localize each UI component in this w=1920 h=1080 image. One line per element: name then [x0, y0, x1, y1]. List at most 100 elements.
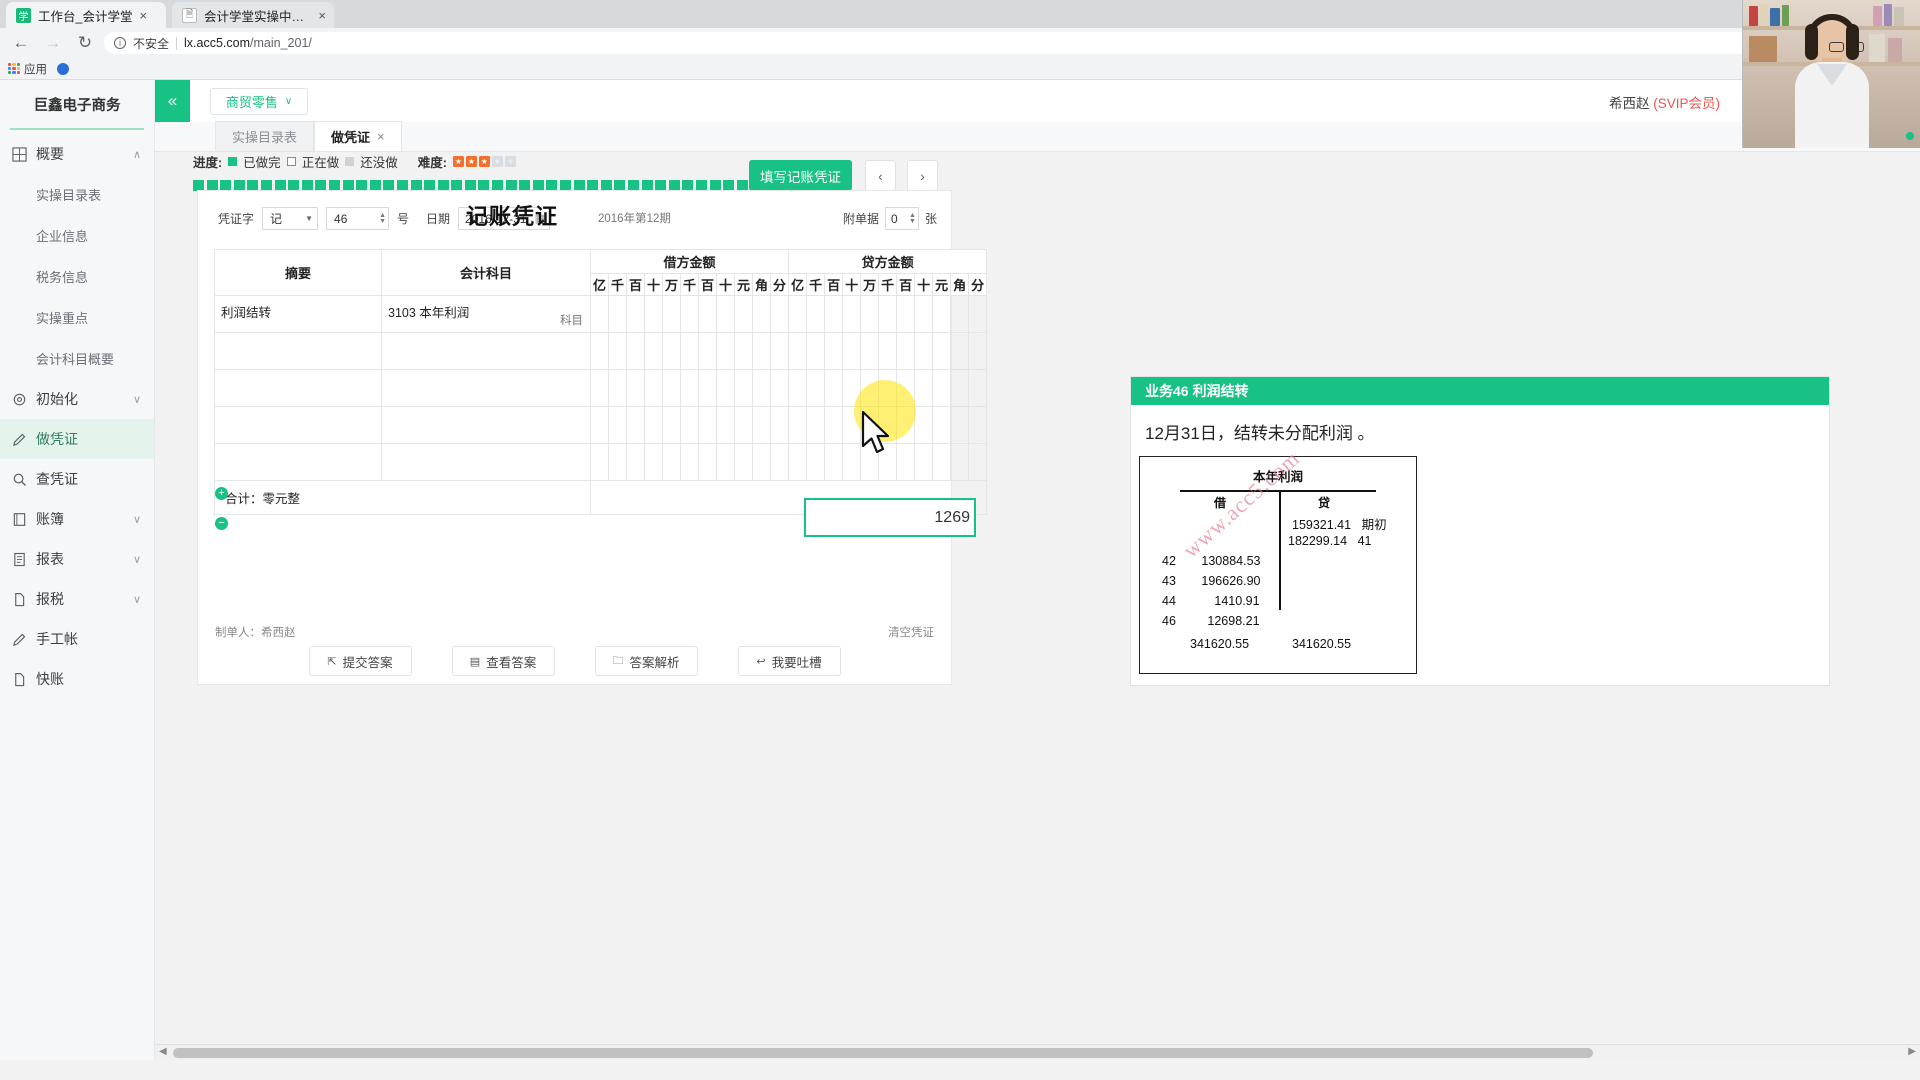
- voucher-digit-debit[interactable]: [608, 295, 627, 333]
- info-icon[interactable]: i: [114, 37, 126, 49]
- voucher-word-select[interactable]: 记 ▼: [262, 207, 319, 230]
- voucher-digit-debit[interactable]: [608, 332, 627, 370]
- voucher-digit-credit[interactable]: [806, 332, 826, 370]
- voucher-digit-credit[interactable]: [950, 443, 970, 481]
- voucher-digit-credit[interactable]: [788, 332, 808, 370]
- voucher-digit-debit[interactable]: [662, 332, 681, 370]
- voucher-digit-debit[interactable]: [608, 369, 627, 407]
- voucher-digit-credit[interactable]: [950, 369, 970, 407]
- voucher-digit-credit[interactable]: [806, 369, 826, 407]
- voucher-digit-debit[interactable]: [769, 332, 790, 370]
- voucher-digit-debit[interactable]: [734, 332, 753, 370]
- voucher-digit-credit[interactable]: [914, 406, 934, 444]
- voucher-digit-debit[interactable]: [752, 406, 771, 444]
- voucher-digit-debit[interactable]: [590, 332, 609, 370]
- forward-icon[interactable]: →: [40, 30, 66, 56]
- voucher-digit-credit[interactable]: [968, 406, 988, 444]
- attach-input[interactable]: 0 ▲ ▼: [884, 207, 919, 230]
- voucher-digit-credit[interactable]: [896, 443, 916, 481]
- voucher-digit-credit[interactable]: [950, 295, 970, 333]
- voucher-digit-debit[interactable]: [680, 369, 699, 407]
- user-info[interactable]: 希西赵 (SVIP会员): [1609, 92, 1720, 112]
- address-bar[interactable]: i 不安全 lx.acc5.com/main_201/: [104, 32, 1912, 54]
- voucher-digit-debit[interactable]: [734, 295, 753, 333]
- voucher-digit-credit[interactable]: [914, 443, 934, 481]
- voucher-digit-debit[interactable]: [662, 406, 681, 444]
- voucher-number-input[interactable]: 46 ▲ ▼: [326, 207, 390, 230]
- voucher-digit-debit[interactable]: [698, 443, 717, 481]
- sidebar-item-find-voucher[interactable]: 查凭证: [0, 459, 154, 499]
- voucher-digit-debit[interactable]: [662, 369, 681, 407]
- voucher-digit-credit[interactable]: [968, 332, 988, 370]
- voucher-digit-debit[interactable]: [716, 406, 735, 444]
- voucher-digit-debit[interactable]: [752, 369, 771, 407]
- voucher-digit-debit[interactable]: [626, 406, 645, 444]
- voucher-cell-subject[interactable]: [381, 369, 591, 407]
- scroll-left-icon[interactable]: ◀: [159, 1046, 167, 1057]
- voucher-digit-debit[interactable]: [752, 443, 771, 481]
- sidebar-subitem-catalog[interactable]: 实操目录表: [0, 174, 154, 215]
- voucher-digit-credit[interactable]: [914, 332, 934, 370]
- delete-row-button[interactable]: −: [215, 517, 228, 530]
- voucher-digit-credit[interactable]: [788, 369, 808, 407]
- voucher-digit-credit[interactable]: [860, 295, 880, 333]
- sidebar-item-reports[interactable]: 报表 ∨: [0, 539, 154, 579]
- sidebar-item-overview[interactable]: 概要 ∧: [0, 134, 154, 174]
- voucher-digit-debit[interactable]: [662, 295, 681, 333]
- voucher-digit-debit[interactable]: [734, 443, 753, 481]
- voucher-digit-credit[interactable]: [842, 295, 862, 333]
- sidebar-item-tax-filing[interactable]: 报税 ∨: [0, 579, 154, 619]
- voucher-digit-credit[interactable]: [788, 443, 808, 481]
- voucher-cell-subject[interactable]: 3103 本年利润 科目: [381, 295, 591, 333]
- voucher-digit-debit[interactable]: [734, 406, 753, 444]
- industry-select[interactable]: 商贸零售 ∨: [210, 87, 308, 115]
- voucher-digit-credit[interactable]: [878, 295, 898, 333]
- voucher-cell-summary[interactable]: [214, 332, 382, 370]
- voucher-digit-credit[interactable]: [842, 332, 862, 370]
- scroll-right-icon[interactable]: ▶: [1908, 1046, 1916, 1057]
- voucher-digit-debit[interactable]: [734, 369, 753, 407]
- voucher-digit-debit[interactable]: [716, 295, 735, 333]
- voucher-digit-debit[interactable]: [698, 406, 717, 444]
- voucher-digit-debit[interactable]: [769, 443, 790, 481]
- add-row-button[interactable]: +: [215, 487, 228, 500]
- voucher-digit-credit[interactable]: [824, 443, 844, 481]
- voucher-digit-debit[interactable]: [608, 443, 627, 481]
- voucher-digit-debit[interactable]: [626, 443, 645, 481]
- voucher-digit-debit[interactable]: [698, 332, 717, 370]
- sidebar-item-quick-account[interactable]: 快账: [0, 659, 154, 699]
- fill-voucher-button[interactable]: 填写记账凭证: [749, 160, 852, 191]
- voucher-digit-credit[interactable]: [914, 369, 934, 407]
- close-icon[interactable]: ×: [139, 9, 147, 22]
- sidebar-subitem-account-subjects[interactable]: 会计科目概要: [0, 338, 154, 379]
- voucher-cell-summary[interactable]: 利润结转: [214, 295, 382, 333]
- voucher-digit-credit[interactable]: [824, 332, 844, 370]
- voucher-digit-credit[interactable]: [788, 295, 808, 333]
- webcam-overlay[interactable]: [1742, 0, 1920, 148]
- voucher-cell-summary[interactable]: [214, 369, 382, 407]
- voucher-cell-subject[interactable]: [381, 332, 591, 370]
- sidebar-subitem-key-points[interactable]: 实操重点: [0, 297, 154, 338]
- voucher-digit-credit[interactable]: [932, 406, 952, 444]
- sidebar-collapse-button[interactable]: «: [155, 80, 190, 122]
- bookmark-apps[interactable]: 应用: [8, 61, 47, 77]
- voucher-cell-summary[interactable]: [214, 406, 382, 444]
- voucher-digit-credit[interactable]: [788, 406, 808, 444]
- voucher-digit-credit[interactable]: [842, 443, 862, 481]
- voucher-digit-debit[interactable]: [769, 369, 790, 407]
- voucher-digit-debit[interactable]: [769, 406, 790, 444]
- voucher-digit-debit[interactable]: [626, 369, 645, 407]
- prev-voucher-button[interactable]: ‹: [865, 160, 896, 191]
- horizontal-scrollbar[interactable]: ◀ ▶: [155, 1044, 1920, 1060]
- voucher-digit-debit[interactable]: [680, 295, 699, 333]
- bookmark-site[interactable]: [57, 62, 69, 75]
- voucher-digit-credit[interactable]: [860, 332, 880, 370]
- voucher-digit-debit[interactable]: [644, 406, 663, 444]
- voucher-digit-debit[interactable]: [644, 295, 663, 333]
- voucher-digit-credit[interactable]: [950, 406, 970, 444]
- voucher-digit-debit[interactable]: [590, 406, 609, 444]
- voucher-digit-debit[interactable]: [716, 332, 735, 370]
- voucher-digit-credit[interactable]: [932, 332, 952, 370]
- voucher-digit-debit[interactable]: [608, 406, 627, 444]
- voucher-digit-debit[interactable]: [680, 406, 699, 444]
